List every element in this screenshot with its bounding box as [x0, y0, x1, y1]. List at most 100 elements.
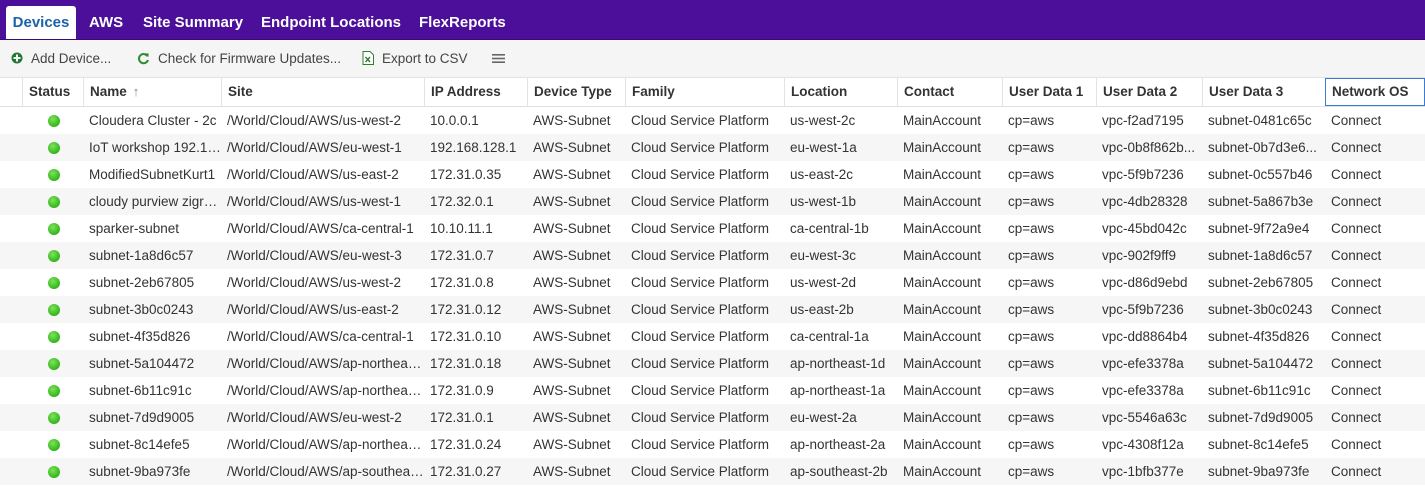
column-header-location[interactable]: Location: [784, 78, 897, 106]
device-name-cell: subnet-5a104472: [89, 356, 195, 371]
check-firmware-button[interactable]: Check for Firmware Updates...: [137, 40, 341, 77]
user-data-3-cell: subnet-3b0c0243: [1208, 302, 1313, 317]
device-type-cell: AWS-Subnet: [533, 194, 611, 209]
column-header-family[interactable]: Family: [625, 78, 784, 106]
network-os-cell: Connect: [1331, 383, 1382, 398]
tab-devices[interactable]: Devices: [6, 6, 76, 39]
table-row[interactable]: subnet-8c14efe5/World/Cloud/AWS/ap-north…: [0, 431, 1425, 458]
user-data-1-cell: cp=aws: [1008, 356, 1055, 371]
table-row[interactable]: subnet-7d9d9005/World/Cloud/AWS/eu-west-…: [0, 404, 1425, 431]
table-row[interactable]: subnet-4f35d826/World/Cloud/AWS/ca-centr…: [0, 323, 1425, 350]
user-data-1-cell: cp=aws: [1008, 464, 1055, 479]
row-handle-header: [0, 78, 22, 106]
family-cell: Cloud Service Platform: [631, 410, 770, 425]
location-cell: ap-southeast-2b: [790, 464, 888, 479]
status-cell: [22, 404, 83, 431]
ip-address-cell: 172.31.0.8: [430, 275, 494, 290]
table-row[interactable]: subnet-2eb67805/World/Cloud/AWS/us-west-…: [0, 269, 1425, 296]
device-type-cell: AWS-Subnet: [533, 410, 611, 425]
device-name-cell: subnet-8c14efe5: [89, 437, 190, 452]
user-data-2-cell: vpc-0b8f862b...: [1102, 140, 1196, 155]
device-type-cell: AWS-Subnet: [533, 302, 611, 317]
toolbar-menu-button[interactable]: [492, 40, 513, 77]
family-cell: Cloud Service Platform: [631, 167, 770, 182]
location-cell: ap-northeast-1d: [790, 356, 886, 371]
user-data-1-cell: cp=aws: [1008, 194, 1055, 209]
user-data-3-cell: subnet-2eb67805: [1208, 275, 1314, 290]
table-row[interactable]: ModifiedSubnetKurt1/World/Cloud/AWS/us-e…: [0, 161, 1425, 188]
user-data-1-cell: cp=aws: [1008, 167, 1055, 182]
device-name-cell: subnet-6b11c91c: [89, 383, 192, 398]
device-type-cell: AWS-Subnet: [533, 437, 611, 452]
location-cell: ca-central-1a: [790, 329, 869, 344]
column-header-contact[interactable]: Contact: [897, 78, 1002, 106]
status-cell: [22, 458, 83, 485]
ip-address-cell: 172.31.0.27: [430, 464, 502, 479]
tab-endpoint-locations[interactable]: Endpoint Locations: [261, 6, 401, 39]
user-data-3-cell: subnet-6b11c91c: [1208, 383, 1311, 398]
column-header-ip-address-label: IP Address: [431, 84, 501, 99]
location-cell: us-west-2d: [790, 275, 857, 290]
status-cell: [22, 161, 83, 188]
family-cell: Cloud Service Platform: [631, 113, 770, 128]
user-data-3-cell: subnet-1a8d6c57: [1208, 248, 1313, 263]
network-os-cell: Connect: [1331, 248, 1382, 263]
column-header-network-os[interactable]: Network OS: [1325, 78, 1425, 106]
column-header-site[interactable]: Site: [221, 78, 424, 106]
table-row[interactable]: Cloudera Cluster - 2c/World/Cloud/AWS/us…: [0, 107, 1425, 134]
column-header-user-data-2[interactable]: User Data 2: [1096, 78, 1202, 106]
add-device-button[interactable]: Add Device...: [11, 40, 111, 77]
user-data-1-cell: cp=aws: [1008, 113, 1055, 128]
network-os-cell: Connect: [1331, 329, 1382, 344]
table-row[interactable]: subnet-3b0c0243/World/Cloud/AWS/us-east-…: [0, 296, 1425, 323]
user-data-1-cell: cp=aws: [1008, 275, 1055, 290]
column-header-user-data-3[interactable]: User Data 3: [1202, 78, 1325, 106]
user-data-3-cell: subnet-9ba973fe: [1208, 464, 1310, 479]
user-data-2-cell: vpc-efe3378a: [1102, 356, 1184, 371]
column-header-site-label: Site: [228, 84, 253, 99]
network-os-cell: Connect: [1331, 356, 1382, 371]
table-row[interactable]: cloudy purview zigrand/World/Cloud/AWS/u…: [0, 188, 1425, 215]
column-header-ip-address[interactable]: IP Address: [424, 78, 527, 106]
ip-address-cell: 172.31.0.12: [430, 302, 502, 317]
network-os-cell: Connect: [1331, 464, 1382, 479]
device-toolbar: Add Device... Check for Firmware Updates…: [0, 40, 1425, 78]
table-row[interactable]: subnet-1a8d6c57/World/Cloud/AWS/eu-west-…: [0, 242, 1425, 269]
site-cell: /World/Cloud/AWS/eu-west-3: [227, 248, 402, 263]
site-cell: /World/Cloud/AWS/ap-northeast-2: [227, 437, 424, 452]
location-cell: eu-west-1a: [790, 140, 857, 155]
export-csv-button[interactable]: Export to CSV: [362, 40, 468, 77]
check-firmware-label: Check for Firmware Updates...: [158, 51, 342, 66]
column-header-user-data-1-label: User Data 1: [1009, 84, 1084, 99]
device-name-cell: IoT workshop 192.168.128.0: [89, 140, 221, 155]
network-os-cell: Connect: [1331, 437, 1382, 452]
location-cell: us-east-2b: [790, 302, 854, 317]
device-name-cell: subnet-9ba973fe: [89, 464, 191, 479]
user-data-1-cell: cp=aws: [1008, 302, 1055, 317]
tab-flexreports[interactable]: FlexReports: [419, 6, 506, 39]
device-name-cell: subnet-3b0c0243: [89, 302, 194, 317]
tab-aws[interactable]: AWS: [89, 6, 123, 39]
site-cell: /World/Cloud/AWS/ca-central-1: [227, 221, 414, 236]
status-cell: [22, 377, 83, 404]
network-os-cell: Connect: [1331, 194, 1382, 209]
status-up-icon: [48, 331, 60, 343]
status-cell: [22, 350, 83, 377]
column-header-status[interactable]: Status: [22, 78, 83, 106]
location-cell: us-west-1b: [790, 194, 857, 209]
column-header-name[interactable]: Name ↑: [83, 78, 221, 106]
contact-cell: MainAccount: [903, 410, 982, 425]
user-data-3-cell: subnet-7d9d9005: [1208, 410, 1314, 425]
location-cell: ap-northeast-2a: [790, 437, 886, 452]
table-row[interactable]: subnet-9ba973fe/World/Cloud/AWS/ap-south…: [0, 458, 1425, 485]
column-header-user-data-1[interactable]: User Data 1: [1002, 78, 1096, 106]
column-header-status-label: Status: [29, 84, 71, 99]
table-row[interactable]: IoT workshop 192.168.128.0/World/Cloud/A…: [0, 134, 1425, 161]
column-header-device-type[interactable]: Device Type: [527, 78, 625, 106]
table-row[interactable]: sparker-subnet/World/Cloud/AWS/ca-centra…: [0, 215, 1425, 242]
tab-site-summary[interactable]: Site Summary: [143, 6, 243, 39]
table-row[interactable]: subnet-5a104472/World/Cloud/AWS/ap-north…: [0, 350, 1425, 377]
device-type-cell: AWS-Subnet: [533, 167, 611, 182]
ip-address-cell: 172.31.0.18: [430, 356, 502, 371]
table-row[interactable]: subnet-6b11c91c/World/Cloud/AWS/ap-north…: [0, 377, 1425, 404]
